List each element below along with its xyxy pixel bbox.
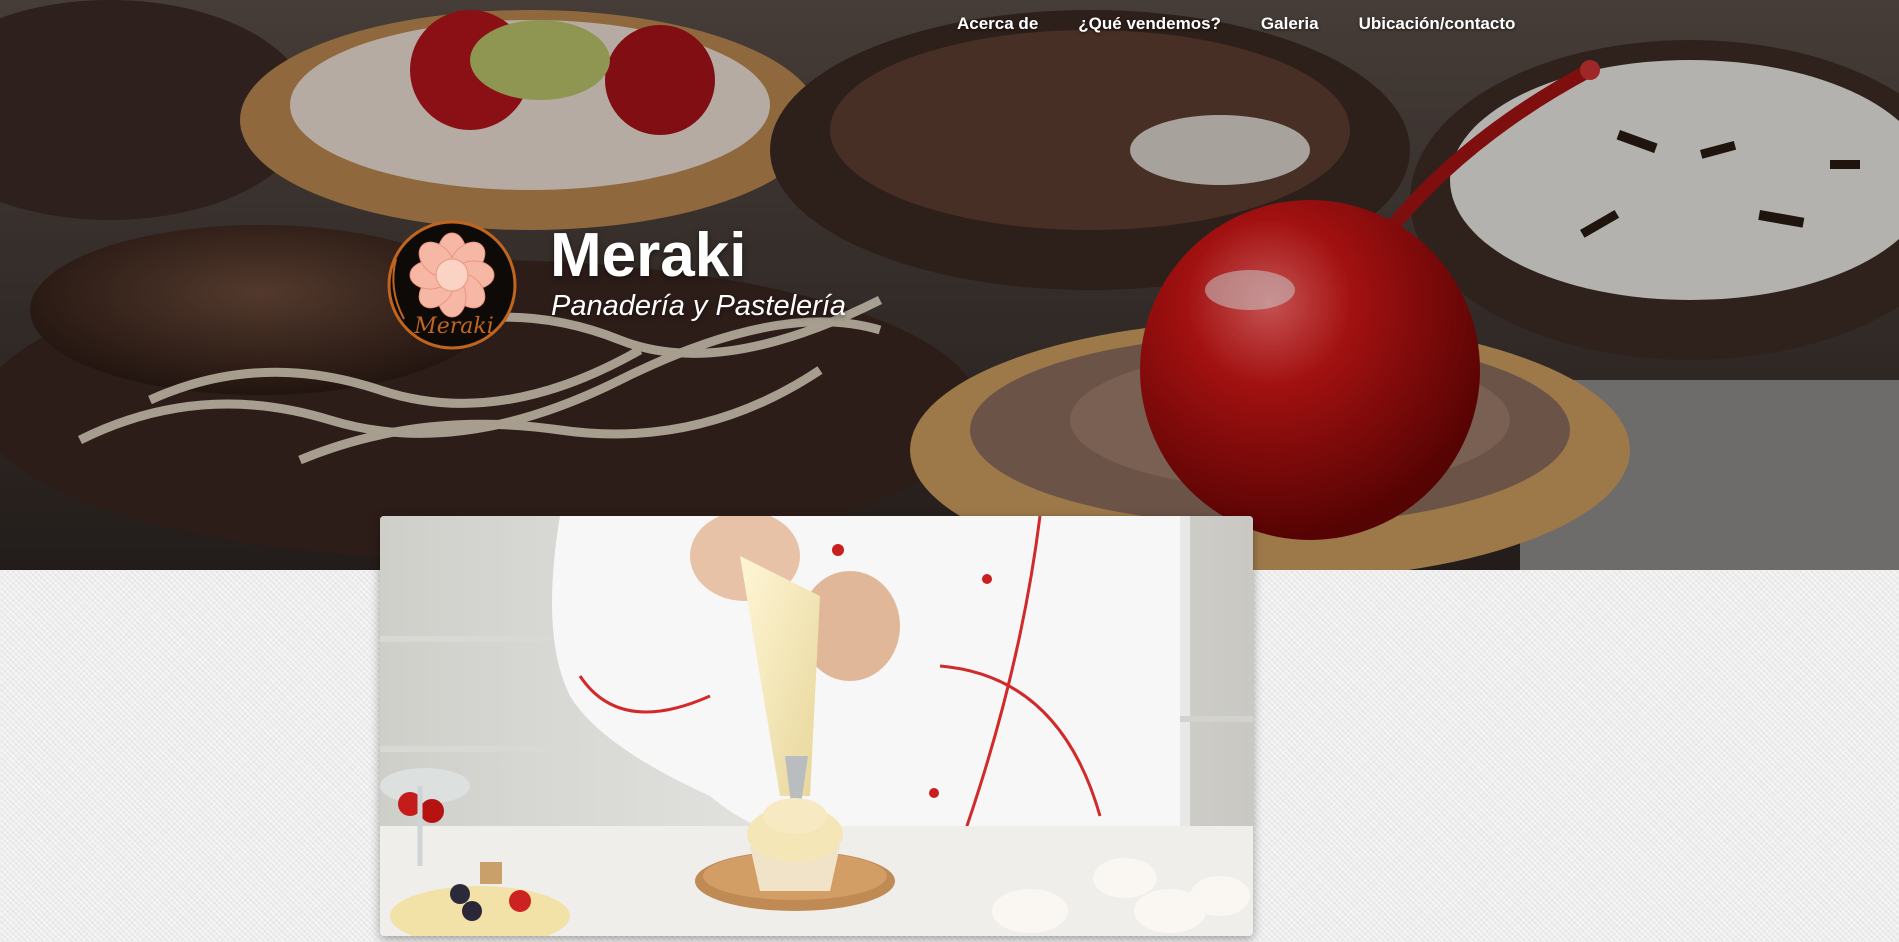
brand-subtitle: Panadería y Pastelería <box>551 290 847 322</box>
hero-banner: Acerca de ¿Qué vendemos? Galeria Ubicaci… <box>0 0 1899 570</box>
feature-photo <box>380 516 1253 936</box>
hero-overlay <box>0 0 1899 570</box>
main-nav: Acerca de ¿Qué vendemos? Galeria Ubicaci… <box>957 12 1535 36</box>
nav-item-ubicacion-contacto[interactable]: Ubicación/contacto <box>1339 12 1536 36</box>
nav-item-que-vendemos[interactable]: ¿Qué vendemos? <box>1058 12 1241 36</box>
nav-item-galeria[interactable]: Galeria <box>1241 12 1339 36</box>
page: Acerca de ¿Qué vendemos? Galeria Ubicaci… <box>0 0 1899 942</box>
meraki-logo[interactable]: Meraki <box>384 219 520 352</box>
chef-piping-cupcake-image <box>380 516 1253 936</box>
brand-title: Meraki <box>550 221 747 290</box>
nav-item-acerca[interactable]: Acerca de <box>957 12 1058 36</box>
logo-text: Meraki <box>413 314 494 339</box>
